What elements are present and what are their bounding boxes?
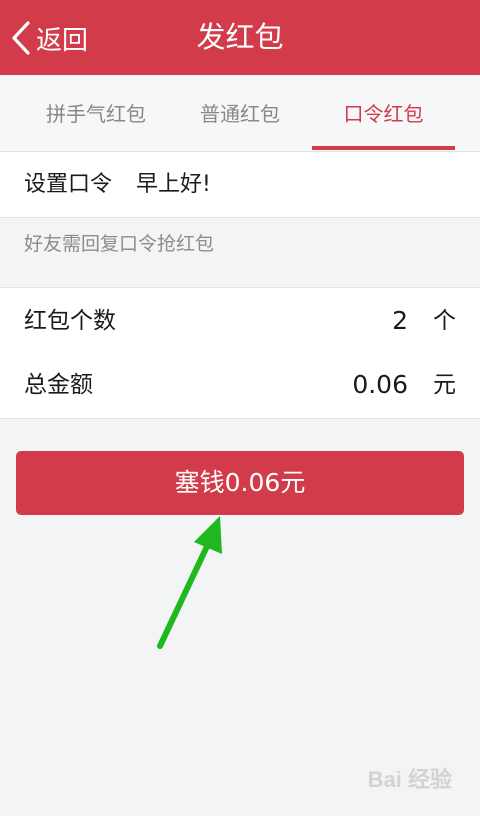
envelope-count-label: 红包个数 — [24, 308, 116, 334]
envelope-count-input[interactable]: 2 — [392, 288, 408, 354]
watermark-logo: Bai 经验 — [367, 767, 452, 792]
total-amount-input[interactable]: 0.06 — [352, 352, 408, 418]
back-label: 返回 — [36, 25, 89, 56]
total-amount-unit: 元 — [433, 372, 456, 398]
total-amount-label: 总金额 — [24, 372, 93, 398]
envelope-count-unit: 个 — [433, 308, 456, 334]
password-input[interactable]: 早上好! — [136, 152, 211, 218]
envelope-count-row[interactable]: 红包个数 2 个 — [0, 287, 480, 353]
arrow-icon — [157, 516, 222, 649]
tab-normal-envelope[interactable]: 普通红包 — [170, 75, 310, 152]
active-tab-indicator — [312, 146, 455, 150]
password-field[interactable]: 设置口令 早上好! — [0, 152, 480, 218]
send-money-button[interactable]: 塞钱0.06元 — [16, 451, 464, 515]
tab-password-envelope[interactable]: 口令红包 — [312, 75, 455, 152]
back-button[interactable]: 返回 — [10, 18, 88, 58]
top-bar: 返回 发红包 — [0, 0, 480, 75]
password-hint: 好友需回复口令抢红包 — [24, 233, 215, 255]
total-amount-row[interactable]: 总金额 0.06 元 — [0, 352, 480, 419]
tab-lucky-envelope[interactable]: 拼手气红包 — [16, 75, 176, 152]
password-label: 设置口令 — [24, 172, 113, 197]
tab-bar: 拼手气红包 普通红包 口令红包 — [0, 75, 480, 152]
chevron-left-icon — [12, 21, 30, 55]
